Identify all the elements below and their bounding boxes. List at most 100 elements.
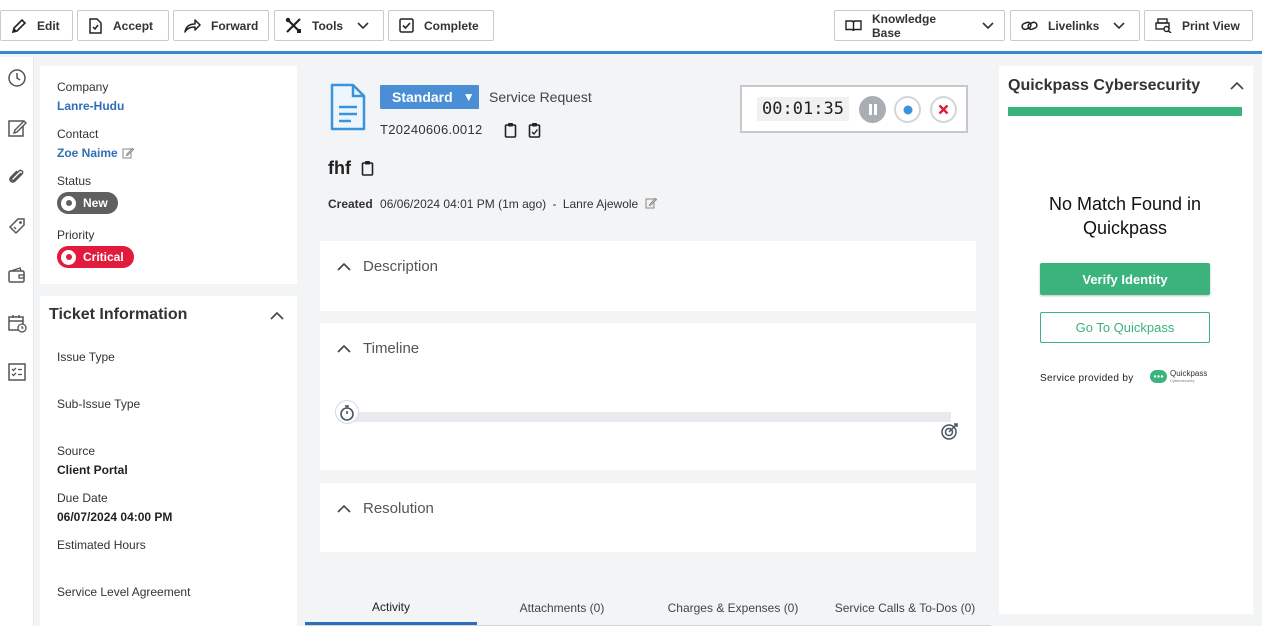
link-icon (1021, 21, 1038, 30)
company-label: Company (57, 80, 109, 94)
calendar-clock-icon (8, 315, 27, 333)
rail-charges[interactable] (0, 260, 34, 290)
pause-icon (868, 104, 877, 115)
timeline-start (335, 400, 359, 424)
pause-button[interactable] (859, 96, 886, 123)
record-dot-icon (903, 105, 912, 114)
chevron-up-icon (337, 504, 351, 513)
record-button[interactable] (894, 96, 921, 123)
tab-charges-expenses[interactable]: Charges & Expenses (0) (647, 591, 819, 625)
ticket-subject: fhf (328, 158, 351, 178)
created-separator: - (552, 197, 557, 211)
priority-dot-icon (61, 249, 76, 265)
company-link[interactable]: Lanre-Hudu (57, 99, 124, 113)
close-icon (938, 104, 949, 115)
left-rail (0, 57, 34, 626)
checklist-icon (8, 363, 26, 381)
tools-icon (285, 17, 301, 33)
chevron-up-icon (337, 262, 351, 271)
document-icon (330, 83, 366, 131)
print-view-button[interactable]: Print View (1144, 10, 1253, 41)
edit-note-icon (8, 120, 27, 137)
elapsed-time: 00:01:35 (757, 97, 849, 121)
ticket-information-panel: Ticket Information Issue Type Sub-Issue … (40, 296, 297, 626)
wallet-icon (8, 267, 25, 283)
rail-checklist[interactable] (0, 357, 34, 387)
created-line: Created 06/06/2024 04:01 PM (1m ago) - L… (328, 197, 657, 211)
description-header[interactable]: Description (337, 258, 438, 275)
complete-button[interactable]: Complete (388, 10, 494, 41)
status-badge[interactable]: New (57, 192, 118, 214)
resolution-section: Resolution (320, 483, 976, 552)
quickpass-accent-bar (1008, 107, 1242, 116)
clipboard-check-icon[interactable] (528, 122, 541, 138)
forward-button[interactable]: Forward (173, 10, 269, 41)
edit-button[interactable]: Edit (0, 10, 73, 41)
issue-type-label: Issue Type (57, 350, 115, 364)
quickpass-logo[interactable]: Quickpass Cybersecurity (1150, 370, 1207, 383)
edit-icon[interactable] (122, 147, 134, 159)
tools-dropdown[interactable]: Tools (274, 10, 384, 41)
clipboard-icon[interactable] (361, 160, 374, 176)
estimated-hours-label: Estimated Hours (57, 538, 146, 552)
source-label: Source (57, 444, 96, 458)
due-date-value: 06/07/2024 04:00 PM (57, 510, 173, 524)
stopwatch-widget: 00:01:35 (740, 85, 968, 133)
description-section: Description (320, 241, 976, 311)
quickpass-logo-icon (1150, 370, 1167, 383)
paperclip-icon (9, 169, 24, 183)
chevron-up-icon (337, 344, 351, 353)
edit-icon[interactable] (645, 197, 657, 209)
tab-attachments[interactable]: Attachments (0) (477, 591, 647, 625)
clock-icon (8, 69, 26, 87)
source-value: Client Portal (57, 463, 128, 477)
book-icon (845, 20, 862, 32)
checkbox-checked-icon (399, 18, 414, 33)
timeline-header[interactable]: Timeline (337, 340, 419, 357)
quickpass-content: No Match Found in Quickpass Verify Ident… (1008, 116, 1242, 606)
status-label: Status (57, 174, 92, 188)
created-label: Created (328, 197, 373, 211)
due-date-label: Due Date (57, 491, 108, 505)
no-match-message: No Match Found in Quickpass (1048, 194, 1202, 238)
knowledge-base-dropdown[interactable]: Knowledge Base (834, 10, 1005, 41)
contact-name: Zoe Naime (57, 146, 118, 160)
chevron-down-icon (982, 21, 994, 29)
clipboard-icon[interactable] (504, 122, 517, 138)
toolbar: Edit Accept Forward Tools Complete Knowl… (0, 0, 1262, 54)
ticket-summary-panel: Company Lanre-Hudu Contact Zoe Naime Sta… (40, 66, 297, 284)
rail-service-calls[interactable] (0, 308, 34, 338)
chevron-up-icon[interactable] (270, 311, 284, 320)
quickpass-panel: Quickpass Cybersecurity No Match Found i… (999, 66, 1253, 614)
priority-badge[interactable]: Critical (57, 246, 134, 268)
tab-activity[interactable]: Activity (305, 591, 477, 625)
request-type: Service Request (489, 89, 592, 105)
contact-link[interactable]: Zoe Naime (57, 146, 134, 160)
timeline-section: Timeline (320, 323, 976, 470)
accept-button[interactable]: Accept (77, 10, 169, 41)
rail-attachments[interactable] (0, 162, 34, 192)
rail-history[interactable] (0, 63, 34, 93)
target-icon (941, 423, 958, 440)
tag-icon (8, 218, 25, 235)
category-dropdown[interactable]: Standard ▼ (380, 85, 479, 109)
quickpass-logo-sub: Cybersecurity (1170, 378, 1195, 383)
ticket-information-title: Ticket Information (49, 306, 188, 323)
livelinks-dropdown[interactable]: Livelinks (1010, 10, 1140, 41)
ticket-main: Standard ▼ Service Request T20240606.001… (305, 57, 991, 626)
chevron-down-icon (357, 21, 369, 29)
sla-label: Service Level Agreement (57, 585, 191, 599)
caret-down-icon: ▼ (462, 90, 475, 104)
chevron-up-icon[interactable] (1230, 81, 1244, 90)
ticket-tabs: Activity Attachments (0) Charges & Expen… (305, 591, 991, 626)
resolution-header[interactable]: Resolution (337, 500, 434, 517)
cancel-timer-button[interactable] (930, 96, 957, 123)
verify-identity-button[interactable]: Verify Identity (1040, 263, 1210, 295)
priority-label: Priority (57, 228, 95, 242)
tab-service-calls-todos[interactable]: Service Calls & To-Dos (0) (819, 591, 991, 625)
go-to-quickpass-button[interactable]: Go To Quickpass (1040, 312, 1210, 343)
rail-notes[interactable] (0, 113, 34, 143)
status-dot-icon (61, 195, 76, 211)
document-accept-icon (89, 17, 102, 34)
rail-tags[interactable] (0, 211, 34, 241)
